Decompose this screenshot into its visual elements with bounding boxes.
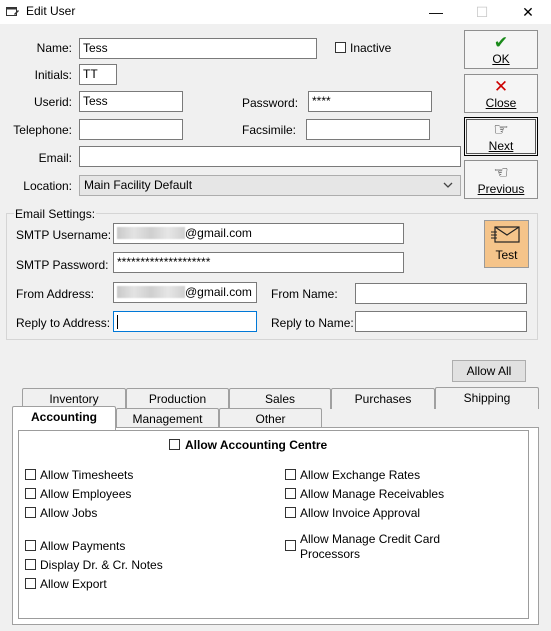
telephone-label: Telephone: xyxy=(13,123,72,137)
password-label: Password: xyxy=(242,96,299,110)
initials-input[interactable]: TT xyxy=(79,64,117,85)
smtp-username-label: SMTP Username: xyxy=(16,228,112,242)
allow-export-label: Allow Export xyxy=(40,577,107,591)
reply-name-input[interactable] xyxy=(355,311,527,332)
telephone-input[interactable] xyxy=(79,119,183,140)
previous-label: Previous xyxy=(477,182,525,196)
allow-manage-credit-card-processors-checkbox[interactable] xyxy=(285,540,296,551)
allow-invoice-approval-checkbox[interactable] xyxy=(285,507,296,518)
minimize-button[interactable]: — xyxy=(413,0,459,24)
tab-production[interactable]: Production xyxy=(126,388,229,409)
smtp-password-label: SMTP Password: xyxy=(16,258,109,272)
smtp-username-input[interactable]: @gmail.com xyxy=(113,223,404,244)
display-notes-label: Display Dr. & Cr. Notes xyxy=(40,558,163,572)
from-address-domain: @gmail.com xyxy=(185,285,252,299)
allow-exchange-rates-label: Allow Exchange Rates xyxy=(300,468,421,482)
test-button[interactable]: Test xyxy=(484,220,529,268)
allow-exchange-rates-checkbox[interactable] xyxy=(285,469,296,480)
app-icon xyxy=(6,7,19,16)
email-envelope-icon xyxy=(490,226,520,243)
allow-manage-receivables-label: Allow Manage Receivables xyxy=(300,487,445,501)
email-label: Email: xyxy=(38,151,72,165)
tab-management[interactable]: Management xyxy=(116,408,219,428)
reply-address-label: Reply to Address: xyxy=(16,316,111,330)
email-settings-legend: Email Settings: xyxy=(14,207,97,221)
window-title: Edit User xyxy=(26,4,76,18)
allow-jobs-checkbox[interactable] xyxy=(25,507,36,518)
allow-payments-label: Allow Payments xyxy=(40,539,126,553)
tab-purchases[interactable]: Purchases xyxy=(331,388,435,409)
allow-employees-checkbox[interactable] xyxy=(25,488,36,499)
facsimile-input[interactable] xyxy=(306,119,430,140)
display-notes-checkbox[interactable] xyxy=(25,559,36,570)
tab-accounting[interactable]: Accounting xyxy=(12,406,116,430)
email-input[interactable] xyxy=(79,146,461,167)
allow-employees-label: Allow Employees xyxy=(40,487,132,501)
text-caret xyxy=(117,314,118,329)
pointing-hand-left-icon: ☜ xyxy=(493,163,509,182)
from-address-label: From Address: xyxy=(16,287,95,301)
allow-all-button[interactable]: Allow All xyxy=(452,360,526,382)
close-window-button[interactable]: ✕ xyxy=(505,0,551,24)
next-label: Next xyxy=(488,139,514,153)
chevron-down-icon xyxy=(443,182,453,188)
next-button[interactable]: ☞ Next xyxy=(464,117,538,156)
previous-button[interactable]: ☜ Previous xyxy=(464,160,538,199)
close-label: Close xyxy=(485,96,517,110)
close-icon: ✕ xyxy=(493,77,509,96)
from-address-input[interactable]: @gmail.com xyxy=(113,282,257,303)
reply-address-input[interactable] xyxy=(113,311,257,332)
redacted-text xyxy=(117,286,185,298)
reply-name-label: Reply to Name: xyxy=(271,316,354,330)
test-label: Test xyxy=(495,248,518,262)
name-input[interactable]: Tess xyxy=(79,38,317,59)
name-label: Name: xyxy=(36,41,72,55)
smtp-password-input[interactable]: ******************** xyxy=(113,252,404,273)
allow-jobs-label: Allow Jobs xyxy=(40,506,98,520)
allow-export-checkbox[interactable] xyxy=(25,578,36,589)
facsimile-label: Facsimile: xyxy=(242,123,297,137)
inactive-label: Inactive xyxy=(350,41,392,55)
userid-label: Userid: xyxy=(33,95,72,109)
allow-manage-credit-card-processors-label: Allow Manage Credit Card Processors xyxy=(300,532,441,561)
from-name-label: From Name: xyxy=(271,287,338,301)
from-name-input[interactable] xyxy=(355,283,527,304)
password-input[interactable]: **** xyxy=(308,91,432,112)
tab-shipping[interactable]: Shipping xyxy=(435,387,539,409)
location-value: Main Facility Default xyxy=(84,178,193,192)
allow-timesheets-checkbox[interactable] xyxy=(25,469,36,480)
pointing-hand-right-icon: ☞ xyxy=(493,120,509,139)
allow-accounting-centre-label: Allow Accounting Centre xyxy=(185,438,328,452)
tab-sales[interactable]: Sales xyxy=(229,388,331,409)
allow-accounting-centre-checkbox[interactable] xyxy=(169,439,180,450)
userid-input[interactable]: Tess xyxy=(79,91,183,112)
check-icon: ✔ xyxy=(493,33,509,52)
inactive-checkbox[interactable] xyxy=(335,42,346,53)
maximize-button[interactable]: ☐ xyxy=(459,0,505,24)
allow-payments-checkbox[interactable] xyxy=(25,540,36,551)
initials-label: Initials: xyxy=(34,68,72,82)
location-label: Location: xyxy=(23,179,72,193)
ok-label: OK xyxy=(492,52,510,66)
title-bar: Edit User — ☐ ✕ xyxy=(0,0,551,24)
redacted-text xyxy=(117,227,185,239)
tab-other[interactable]: Other xyxy=(219,408,322,428)
location-select[interactable]: Main Facility Default xyxy=(79,175,461,196)
ok-button[interactable]: ✔ OK xyxy=(464,30,538,69)
allow-manage-receivables-checkbox[interactable] xyxy=(285,488,296,499)
close-button[interactable]: ✕ Close xyxy=(464,74,538,113)
smtp-username-domain: @gmail.com xyxy=(185,226,252,240)
allow-invoice-approval-label: Allow Invoice Approval xyxy=(300,506,421,520)
allow-timesheets-label: Allow Timesheets xyxy=(40,468,134,482)
